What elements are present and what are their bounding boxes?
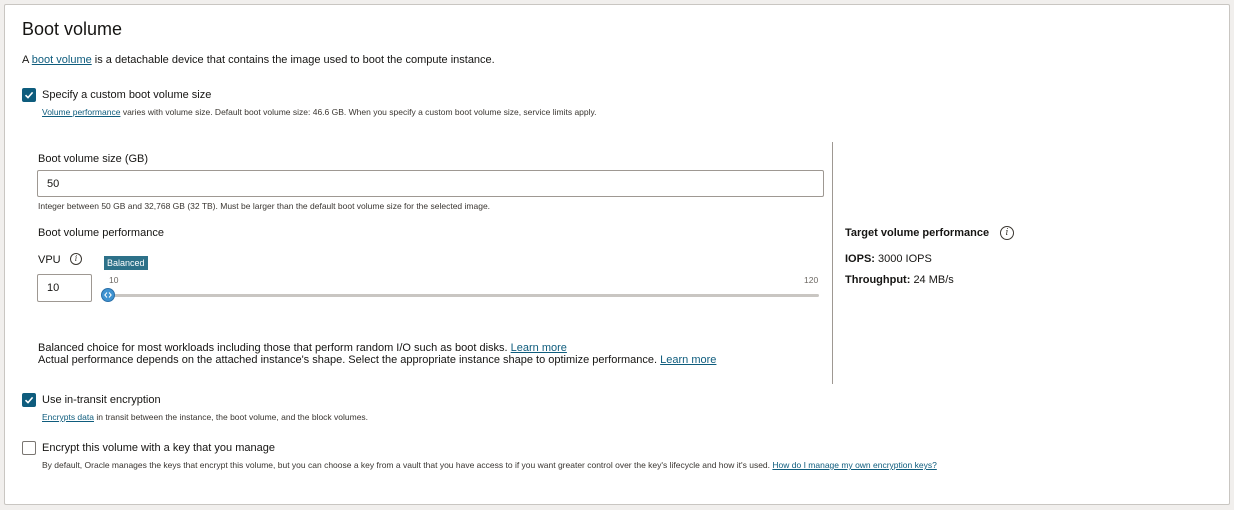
section-intro: A boot volume is a detachable device tha…: [22, 54, 495, 66]
boot-volume-link[interactable]: boot volume: [32, 54, 92, 66]
own-key-helper-text: By default, Oracle manages the keys that…: [42, 460, 771, 470]
iops-value: 3000 IOPS: [878, 253, 932, 265]
slider-value-badge: Balanced: [104, 256, 148, 270]
boot-volume-size-label: Boot volume size (GB): [38, 153, 149, 165]
learn-more-link-1[interactable]: Learn more: [511, 342, 567, 354]
performance-desc-2: Actual performance depends on the attach…: [38, 354, 716, 366]
chevron-left-right-icon: [104, 292, 112, 298]
performance-desc-1-text: Balanced choice for most workloads inclu…: [38, 342, 508, 354]
check-icon: [24, 396, 34, 404]
boot-volume-size-helper: Integer between 50 GB and 32,768 GB (32 …: [38, 201, 491, 211]
target-performance-info-icon[interactable]: i: [1000, 226, 1014, 240]
column-divider: [832, 142, 833, 384]
boot-volume-size-input[interactable]: [37, 170, 824, 197]
in-transit-encryption-label[interactable]: Use in-transit encryption: [42, 394, 161, 406]
intro-prefix: A: [22, 54, 29, 66]
slider-current-tick: 10: [109, 275, 119, 285]
iops-readout: IOPS: 3000 IOPS: [845, 253, 932, 265]
boot-volume-panel: Boot volume A boot volume is a detachabl…: [4, 4, 1230, 505]
in-transit-encryption-checkbox[interactable]: [22, 393, 36, 407]
vpu-input[interactable]: [37, 274, 92, 302]
custom-size-helper: Volume performance varies with volume si…: [42, 107, 597, 117]
check-icon: [24, 91, 34, 99]
performance-heading: Boot volume performance: [38, 227, 164, 239]
own-key-encryption-checkbox[interactable]: [22, 441, 36, 455]
vpu-slider-handle[interactable]: [101, 288, 115, 302]
in-transit-encryption-helper: Encrypts data in transit between the ins…: [42, 412, 368, 422]
vpu-info-icon[interactable]: i: [70, 253, 82, 265]
throughput-label: Throughput:: [845, 274, 911, 286]
performance-desc-1: Balanced choice for most workloads inclu…: [38, 342, 567, 354]
performance-desc-2-text: Actual performance depends on the attach…: [38, 354, 658, 366]
iops-label: IOPS:: [845, 253, 875, 265]
encrypts-data-link[interactable]: Encrypts data: [42, 412, 94, 422]
slider-max-tick: 120: [804, 275, 819, 285]
vpu-label: VPU: [38, 254, 61, 266]
throughput-readout: Throughput: 24 MB/s: [845, 274, 954, 286]
in-transit-helper-text: in transit between the instance, the boo…: [96, 412, 369, 422]
intro-suffix: is a detachable device that contains the…: [94, 54, 495, 66]
learn-more-link-2[interactable]: Learn more: [660, 354, 716, 366]
manage-keys-link[interactable]: How do I manage my own encryption keys?: [772, 460, 936, 470]
custom-size-checkbox[interactable]: [22, 88, 36, 102]
own-key-encryption-label[interactable]: Encrypt this volume with a key that you …: [42, 442, 275, 454]
vpu-slider-track[interactable]: [108, 294, 819, 297]
throughput-value: 24 MB/s: [913, 274, 954, 286]
custom-size-helper-text: varies with volume size. Default boot vo…: [122, 107, 597, 117]
target-performance-heading: Target volume performance: [845, 227, 990, 239]
own-key-encryption-helper: By default, Oracle manages the keys that…: [42, 460, 937, 470]
custom-size-label[interactable]: Specify a custom boot volume size: [42, 89, 211, 101]
volume-performance-link[interactable]: Volume performance: [42, 107, 120, 117]
section-title: Boot volume: [22, 19, 123, 39]
